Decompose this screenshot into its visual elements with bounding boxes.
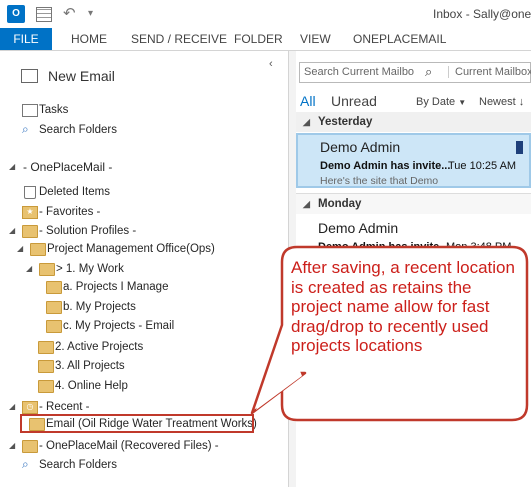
- envelope-icon: [21, 69, 38, 83]
- search-scope-dropdown[interactable]: Current Mailbox: [448, 66, 531, 78]
- nav-item-label: a. Projects I Manage: [63, 281, 169, 293]
- warning-folder-icon: [22, 440, 38, 453]
- customize-quick-access-icon[interactable]: ▾: [88, 5, 106, 23]
- nav-item-label: 4. Online Help: [55, 380, 128, 392]
- search-input[interactable]: Search Current Mailbo ⌕ Current Mailbox: [299, 62, 531, 83]
- nav-item-label: 3. All Projects: [55, 360, 125, 372]
- outlook-app-icon[interactable]: O: [7, 5, 25, 23]
- message-sender: Demo Admin: [320, 139, 401, 155]
- callout-text: After saving, a recent location is creat…: [291, 258, 515, 355]
- search-placeholder: Search Current Mailbo: [304, 66, 415, 78]
- nav-item-label: - Favorites -: [39, 206, 101, 218]
- search-icon[interactable]: ⌕: [425, 64, 432, 80]
- nav-item-label: - OnePlaceMail (Recovered Files) -: [39, 440, 219, 452]
- expand-arrow-icon[interactable]: ◢: [9, 398, 15, 416]
- collapse-group-icon[interactable]: ◢: [303, 194, 310, 214]
- title-bar: O ↶ ▾ Inbox - Sally@onepla: [0, 0, 531, 28]
- search-folder-icon: ⌕: [22, 122, 29, 136]
- message-subject: Demo Admin has invite...: [318, 241, 449, 253]
- ribbon-tabs: FILE HOME SEND / RECEIVE FOLDER VIEW ONE…: [0, 28, 531, 51]
- nav-item-label: Search Folders: [39, 124, 117, 136]
- sort-order-toggle[interactable]: Newest ↓: [479, 96, 524, 108]
- window-title: Inbox - Sally@onepla: [433, 7, 531, 21]
- expand-arrow-icon[interactable]: ◢: [9, 222, 15, 240]
- folder-icon: [46, 320, 62, 333]
- message-sender: Demo Admin: [318, 220, 399, 236]
- tab-oneplacemail[interactable]: ONEPLACEMAIL: [353, 28, 446, 50]
- trash-icon: [24, 186, 36, 199]
- nav-item-label: 2. Active Projects: [55, 341, 144, 353]
- nav-item-label: Deleted Items: [39, 186, 110, 198]
- tab-send-receive[interactable]: SEND / RECEIVE: [131, 28, 227, 50]
- flag-icon[interactable]: [516, 141, 523, 154]
- collapse-group-icon[interactable]: ◢: [303, 112, 310, 132]
- filter-all[interactable]: All: [300, 93, 316, 109]
- folder-icon: [46, 301, 62, 314]
- expand-arrow-icon[interactable]: ◢: [9, 158, 15, 176]
- nav-item-label: Project Management Office(Ops): [47, 243, 215, 255]
- nav-item-label: c. My Projects - Email: [63, 320, 175, 332]
- message-preview: Here's the site that Demo: [320, 175, 439, 187]
- expand-arrow-icon[interactable]: ◢: [9, 437, 15, 455]
- folder-icon: [30, 243, 46, 256]
- tab-home[interactable]: HOME: [71, 28, 107, 50]
- message-item[interactable]: Demo Admin Demo Admin has invite... Tue …: [296, 133, 531, 188]
- tab-view[interactable]: VIEW: [300, 28, 331, 50]
- filter-unread[interactable]: Unread: [331, 93, 377, 109]
- tasks-icon: [22, 104, 38, 117]
- message-subject: Demo Admin has invite...: [320, 160, 451, 172]
- folder-icon: [38, 380, 54, 393]
- expand-arrow-icon[interactable]: ◢: [17, 240, 23, 258]
- collapse-pane-icon[interactable]: ‹: [269, 58, 273, 70]
- tab-file[interactable]: FILE: [0, 28, 52, 50]
- sort-by-label: By Date: [416, 96, 456, 108]
- recent-folder-icon: ◷: [22, 401, 38, 414]
- folder-icon: [46, 281, 62, 294]
- group-label: Monday: [318, 198, 362, 210]
- favorites-folder-icon: ★: [22, 206, 38, 219]
- group-header[interactable]: ◢ Monday: [296, 193, 531, 214]
- folder-icon: [38, 360, 54, 373]
- recent-item-highlight: [20, 414, 254, 433]
- folder-icon: [39, 263, 55, 276]
- group-header[interactable]: ◢ Yesterday: [296, 112, 531, 132]
- message-time: Mon 3:48 PM: [446, 241, 512, 253]
- nav-item-label: b. My Projects: [63, 301, 136, 313]
- nav-item-label: > 1. My Work: [56, 263, 124, 275]
- group-label: Yesterday: [318, 116, 373, 128]
- send-receive-all-icon[interactable]: [36, 7, 52, 22]
- folder-icon: [22, 225, 38, 238]
- arrow-down-icon: ↓: [518, 96, 525, 108]
- nav-item-label: Search Folders: [39, 459, 117, 471]
- undo-icon[interactable]: ↶: [63, 5, 81, 23]
- sort-order-label: Newest: [479, 96, 516, 108]
- expand-arrow-icon[interactable]: ◢: [26, 260, 32, 278]
- search-folder-icon: ⌕: [22, 457, 29, 471]
- sort-by-dropdown[interactable]: By Date ▼: [416, 96, 466, 108]
- folder-icon: [38, 341, 54, 354]
- message-time: Tue 10:25 AM: [448, 160, 517, 172]
- new-email-label: New Email: [48, 68, 115, 84]
- tab-folder[interactable]: FOLDER: [234, 28, 283, 50]
- nav-item-label: - Solution Profiles -: [39, 225, 137, 237]
- mailbox-label: - OnePlaceMail -: [23, 160, 113, 174]
- nav-item-label: Tasks: [39, 104, 69, 116]
- chevron-down-icon: ▼: [458, 98, 467, 107]
